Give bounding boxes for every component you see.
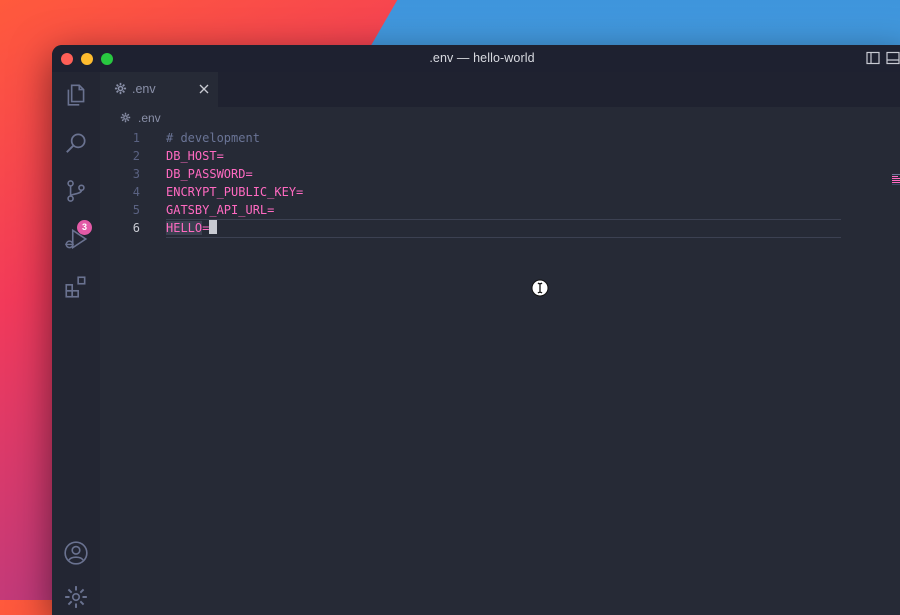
code-text: DB_PASSWORD= xyxy=(166,167,253,181)
activity-bar: 3 xyxy=(52,72,100,615)
code-line: 3 DB_PASSWORD= xyxy=(100,165,900,183)
code-text: DB_HOST= xyxy=(166,149,224,163)
tab-env[interactable]: .env xyxy=(100,72,218,107)
code-text: HELLO= xyxy=(166,219,218,237)
source-control-icon[interactable] xyxy=(63,178,89,204)
line-number: 4 xyxy=(132,185,140,199)
line-number: 2 xyxy=(132,149,140,163)
code-line: 4 ENCRYPT_PUBLIC_KEY= xyxy=(100,183,900,201)
extensions-icon[interactable] xyxy=(63,274,89,300)
breadcrumb-item[interactable]: .env xyxy=(138,111,161,125)
window-title: .env — hello-world xyxy=(429,51,535,65)
line-number: 5 xyxy=(132,203,140,217)
manage-gear-icon[interactable] xyxy=(63,584,89,610)
explorer-icon[interactable] xyxy=(63,82,89,108)
toggle-sidebar-icon[interactable] xyxy=(866,51,880,65)
minimap-line xyxy=(892,178,900,179)
code-line: 1 # development xyxy=(100,129,900,147)
tab-bar: .env xyxy=(100,72,900,107)
code-text-rest: = xyxy=(202,221,210,235)
run-debug-icon[interactable] xyxy=(63,226,89,252)
code-text: # development xyxy=(166,131,260,145)
breadcrumb: .env xyxy=(100,107,900,129)
selected-text: HELLO xyxy=(166,221,203,235)
line-number: 3 xyxy=(132,167,140,181)
minimap-line xyxy=(892,180,900,181)
title-bar: .env — hello-world xyxy=(52,45,900,72)
code-line: 2 DB_HOST= xyxy=(100,147,900,165)
code-line-active: 6 HELLO= xyxy=(100,219,900,237)
minimap-line xyxy=(892,182,900,183)
editor-window: .env — hello-world 3 .env .env 1 # devel… xyxy=(52,45,900,615)
minimap[interactable] xyxy=(892,174,900,186)
toggle-panel-icon[interactable] xyxy=(886,51,900,65)
line-number: 6 xyxy=(132,221,140,235)
close-tab-icon[interactable] xyxy=(197,82,211,96)
line-number: 1 xyxy=(132,131,140,145)
search-icon[interactable] xyxy=(63,130,89,156)
mouse-pointer-icon xyxy=(531,279,549,297)
minimap-line xyxy=(892,184,900,185)
code-editor[interactable]: 1 # development 2 DB_HOST= 3 DB_PASSWORD… xyxy=(100,129,900,615)
minimap-line xyxy=(892,176,898,177)
account-icon[interactable] xyxy=(63,540,89,566)
breadcrumb-settings-icon xyxy=(120,112,131,123)
settings-file-icon xyxy=(114,82,127,95)
code-text: GATSBY_API_URL= xyxy=(166,203,275,217)
code-line: 5 GATSBY_API_URL= xyxy=(100,201,900,219)
layout-controls xyxy=(866,51,900,65)
text-cursor xyxy=(209,220,218,234)
tab-label: .env xyxy=(132,82,156,96)
code-text: ENCRYPT_PUBLIC_KEY= xyxy=(166,185,304,199)
minimap-line xyxy=(892,174,900,175)
